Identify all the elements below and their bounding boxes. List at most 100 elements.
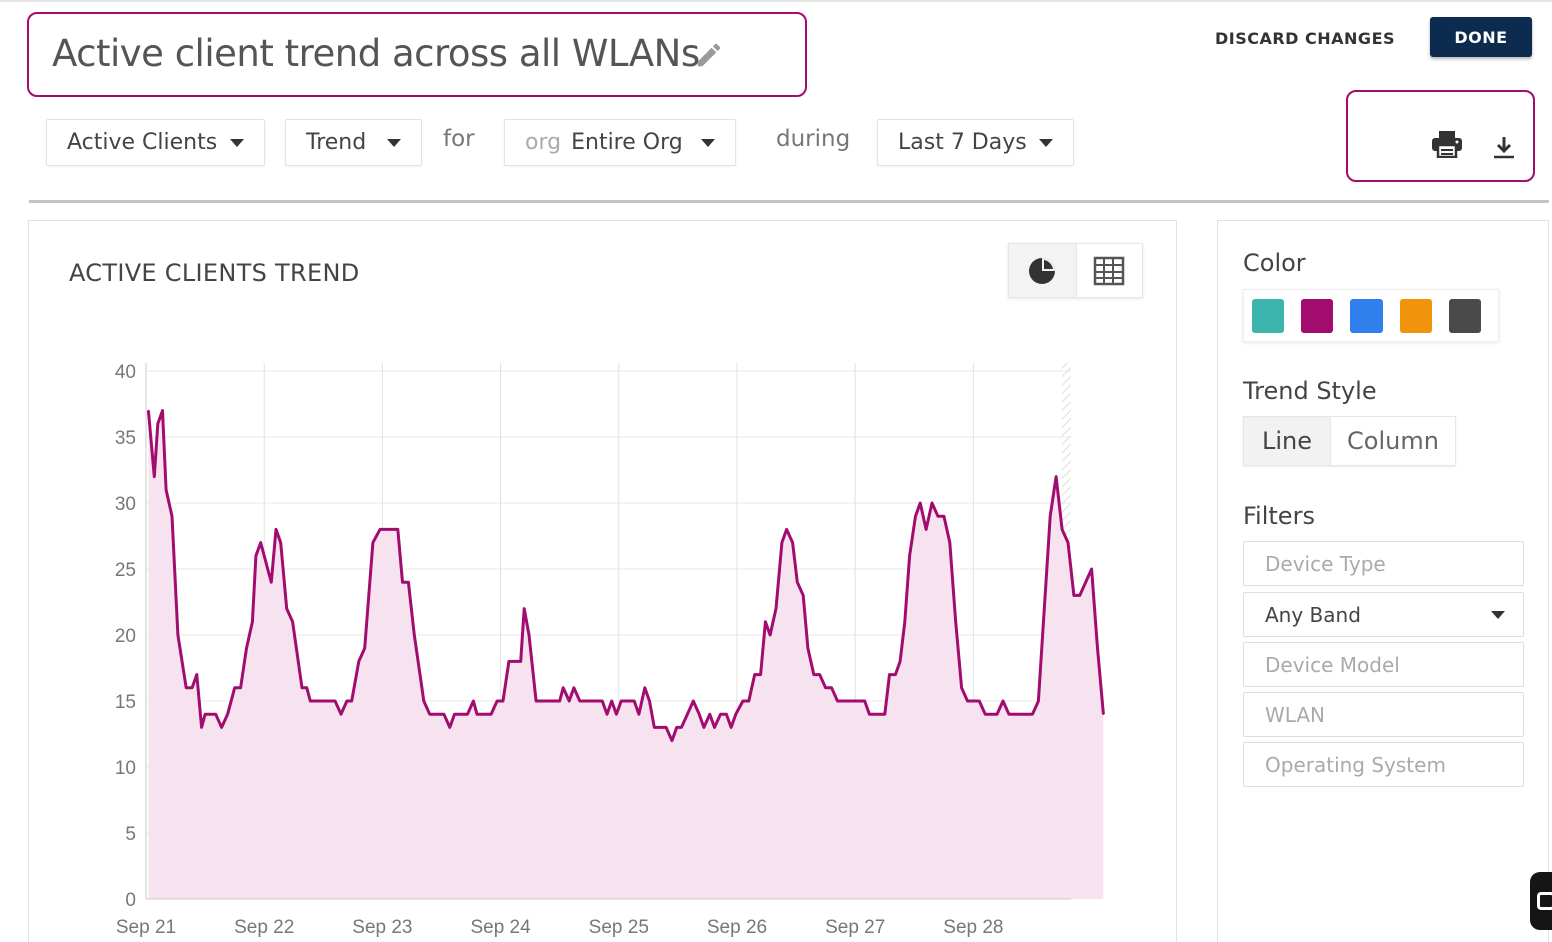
- data-point: [306, 687, 308, 689]
- data-point: [1049, 515, 1051, 517]
- data-point: [191, 687, 193, 689]
- data-point: [1037, 700, 1040, 702]
- data-point: [541, 700, 543, 702]
- pencil-icon[interactable]: [694, 40, 724, 70]
- scope-prefix: org: [525, 130, 562, 155]
- trend-style-toggle: Line Column: [1243, 416, 1456, 466]
- metric-select[interactable]: Active Clients: [46, 119, 265, 166]
- data-point: [573, 687, 575, 689]
- data-point: [937, 515, 939, 517]
- wlan-filter[interactable]: WLAN: [1243, 692, 1524, 737]
- data-point: [990, 713, 992, 715]
- style-column-button[interactable]: Column: [1330, 417, 1455, 465]
- data-point: [966, 700, 969, 702]
- x-tick-label: Sep 28: [943, 917, 1003, 938]
- color-swatch-magenta[interactable]: [1301, 298, 1334, 333]
- data-point: [854, 700, 856, 702]
- data-point: [972, 700, 975, 702]
- data-point: [165, 489, 167, 491]
- color-swatches: [1243, 289, 1499, 342]
- data-point: [210, 713, 212, 715]
- data-point: [309, 700, 312, 702]
- data-point: [824, 687, 827, 689]
- data-point: [884, 713, 886, 715]
- printer-icon[interactable]: [1431, 130, 1463, 158]
- data-point: [443, 713, 445, 715]
- data-point: [239, 687, 242, 689]
- chat-widget-button[interactable]: [1530, 872, 1552, 930]
- scope-select[interactable]: org Entire Org: [504, 119, 736, 166]
- view-type-select[interactable]: Trend: [285, 119, 422, 166]
- data-point: [490, 713, 492, 715]
- data-point: [358, 660, 360, 663]
- color-swatch-teal[interactable]: [1252, 298, 1285, 333]
- data-point: [703, 726, 705, 729]
- data-point: [372, 541, 374, 544]
- data-point: [153, 475, 156, 478]
- data-point: [802, 594, 804, 597]
- y-tick-label: 40: [115, 362, 136, 383]
- color-swatch-gray[interactable]: [1448, 298, 1482, 333]
- data-point: [171, 515, 173, 517]
- data-point: [925, 528, 927, 531]
- data-point: [562, 687, 564, 689]
- operating-system-filter[interactable]: Operating System: [1243, 742, 1524, 787]
- data-point: [615, 713, 618, 715]
- data-point: [214, 713, 217, 715]
- color-swatch-orange[interactable]: [1399, 298, 1432, 333]
- data-point: [830, 687, 833, 689]
- device-model-filter[interactable]: Device Model: [1243, 642, 1524, 687]
- data-point: [584, 700, 587, 702]
- data-point: [1073, 594, 1075, 597]
- data-point: [725, 713, 728, 715]
- data-point: [147, 409, 150, 412]
- data-point: [775, 607, 777, 610]
- data-point: [638, 713, 640, 715]
- download-icon[interactable]: [1492, 134, 1516, 160]
- data-point: [709, 713, 711, 715]
- data-point: [204, 713, 206, 715]
- data-point: [919, 502, 921, 504]
- data-point: [428, 713, 431, 715]
- data-point: [301, 687, 303, 689]
- data-point: [601, 700, 604, 702]
- data-point: [813, 673, 815, 676]
- data-point: [836, 700, 839, 702]
- data-point: [978, 700, 981, 702]
- style-line-button[interactable]: Line: [1244, 417, 1330, 465]
- device-type-filter[interactable]: Device Type: [1243, 541, 1524, 586]
- data-point: [943, 515, 945, 517]
- band-filter-value: Any Band: [1265, 602, 1361, 627]
- data-point: [449, 726, 451, 729]
- data-point: [807, 647, 809, 649]
- data-point: [686, 713, 689, 715]
- data-point: [1102, 713, 1105, 715]
- y-tick-label: 25: [115, 560, 136, 581]
- data-point: [730, 726, 732, 729]
- data-point: [818, 673, 821, 676]
- trend-chart: 0 5 10 15 20 25 30 35 40 Sep 21 Sep 22 Sep 23 Sep 24…: [115, 362, 1105, 938]
- period-select[interactable]: Last 7 Days: [877, 119, 1074, 166]
- data-point: [648, 700, 651, 702]
- data-point: [665, 726, 667, 729]
- top-border: [0, 0, 1552, 2]
- data-point: [842, 700, 845, 702]
- x-tick-label: Sep 24: [470, 917, 531, 938]
- data-point: [633, 700, 635, 702]
- y-tick-label: 20: [115, 626, 136, 647]
- done-button[interactable]: DONE: [1430, 17, 1532, 57]
- data-point: [200, 726, 203, 729]
- report-title-box[interactable]: Active client trend across all WLANs: [27, 12, 807, 97]
- color-swatch-blue[interactable]: [1350, 298, 1383, 333]
- data-point: [196, 673, 198, 676]
- data-point: [407, 581, 410, 583]
- data-point: [568, 700, 570, 702]
- data-point: [476, 713, 478, 715]
- band-filter[interactable]: Any Band: [1243, 592, 1524, 637]
- report-title[interactable]: Active client trend across all WLANs: [52, 32, 700, 75]
- data-point: [315, 700, 318, 702]
- data-point: [1055, 475, 1057, 478]
- chat-icon: [1537, 892, 1552, 910]
- discard-changes-button[interactable]: DISCARD CHANGES: [1205, 18, 1405, 58]
- data-point: [387, 528, 390, 531]
